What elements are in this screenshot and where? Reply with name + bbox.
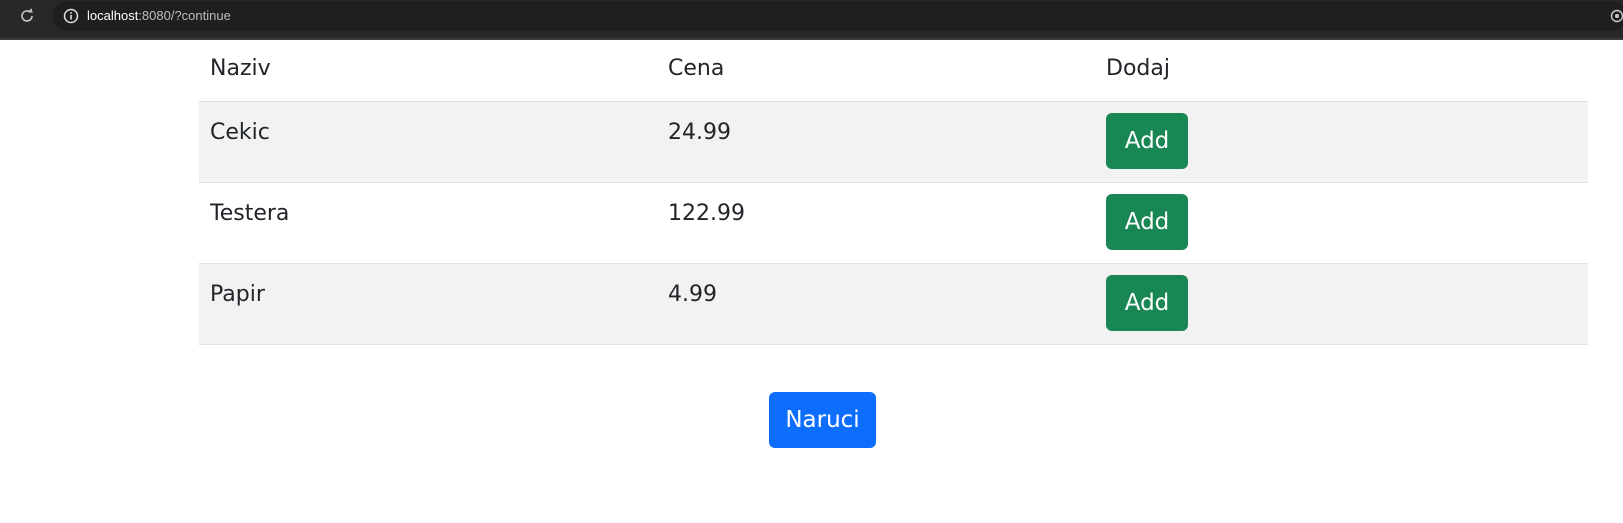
- add-button[interactable]: Add: [1106, 193, 1188, 250]
- product-price: 122.99: [657, 182, 1095, 264]
- products-table: Naziv Cena Dodaj Cekic 24.99 Add Testera…: [199, 42, 1588, 345]
- table-row: Papir 4.99 Add: [199, 263, 1588, 345]
- reload-icon[interactable]: [17, 6, 37, 26]
- add-button[interactable]: Add: [1106, 112, 1188, 169]
- site-info-icon[interactable]: [61, 6, 81, 26]
- product-price: 4.99: [657, 263, 1095, 345]
- address-bar[interactable]: localhost:8080/?continue: [52, 1, 1623, 31]
- table-row: Cekic 24.99 Add: [199, 101, 1588, 183]
- add-cell: Add: [1095, 182, 1588, 264]
- url-host: localhost: [87, 8, 139, 23]
- header-name: Naziv: [199, 42, 657, 102]
- url-text[interactable]: localhost:8080/?continue: [87, 8, 231, 24]
- products-table-wrapper: Naziv Cena Dodaj Cekic 24.99 Add Testera…: [199, 42, 1588, 345]
- url-path: :8080/?continue: [138, 8, 231, 23]
- header-price: Cena: [657, 42, 1095, 102]
- header-add: Dodaj: [1095, 42, 1588, 102]
- order-button[interactable]: Naruci: [769, 392, 876, 448]
- add-cell: Add: [1095, 101, 1588, 183]
- add-cell: Add: [1095, 263, 1588, 345]
- extension-icon[interactable]: [1607, 6, 1623, 26]
- product-name: Testera: [199, 182, 657, 264]
- browser-toolbar: localhost:8080/?continue: [0, 0, 1623, 40]
- table-row: Testera 122.99 Add: [199, 182, 1588, 264]
- product-name: Papir: [199, 263, 657, 345]
- product-name: Cekic: [199, 101, 657, 183]
- table-header-row: Naziv Cena Dodaj: [199, 42, 1588, 102]
- add-button[interactable]: Add: [1106, 274, 1188, 331]
- product-price: 24.99: [657, 101, 1095, 183]
